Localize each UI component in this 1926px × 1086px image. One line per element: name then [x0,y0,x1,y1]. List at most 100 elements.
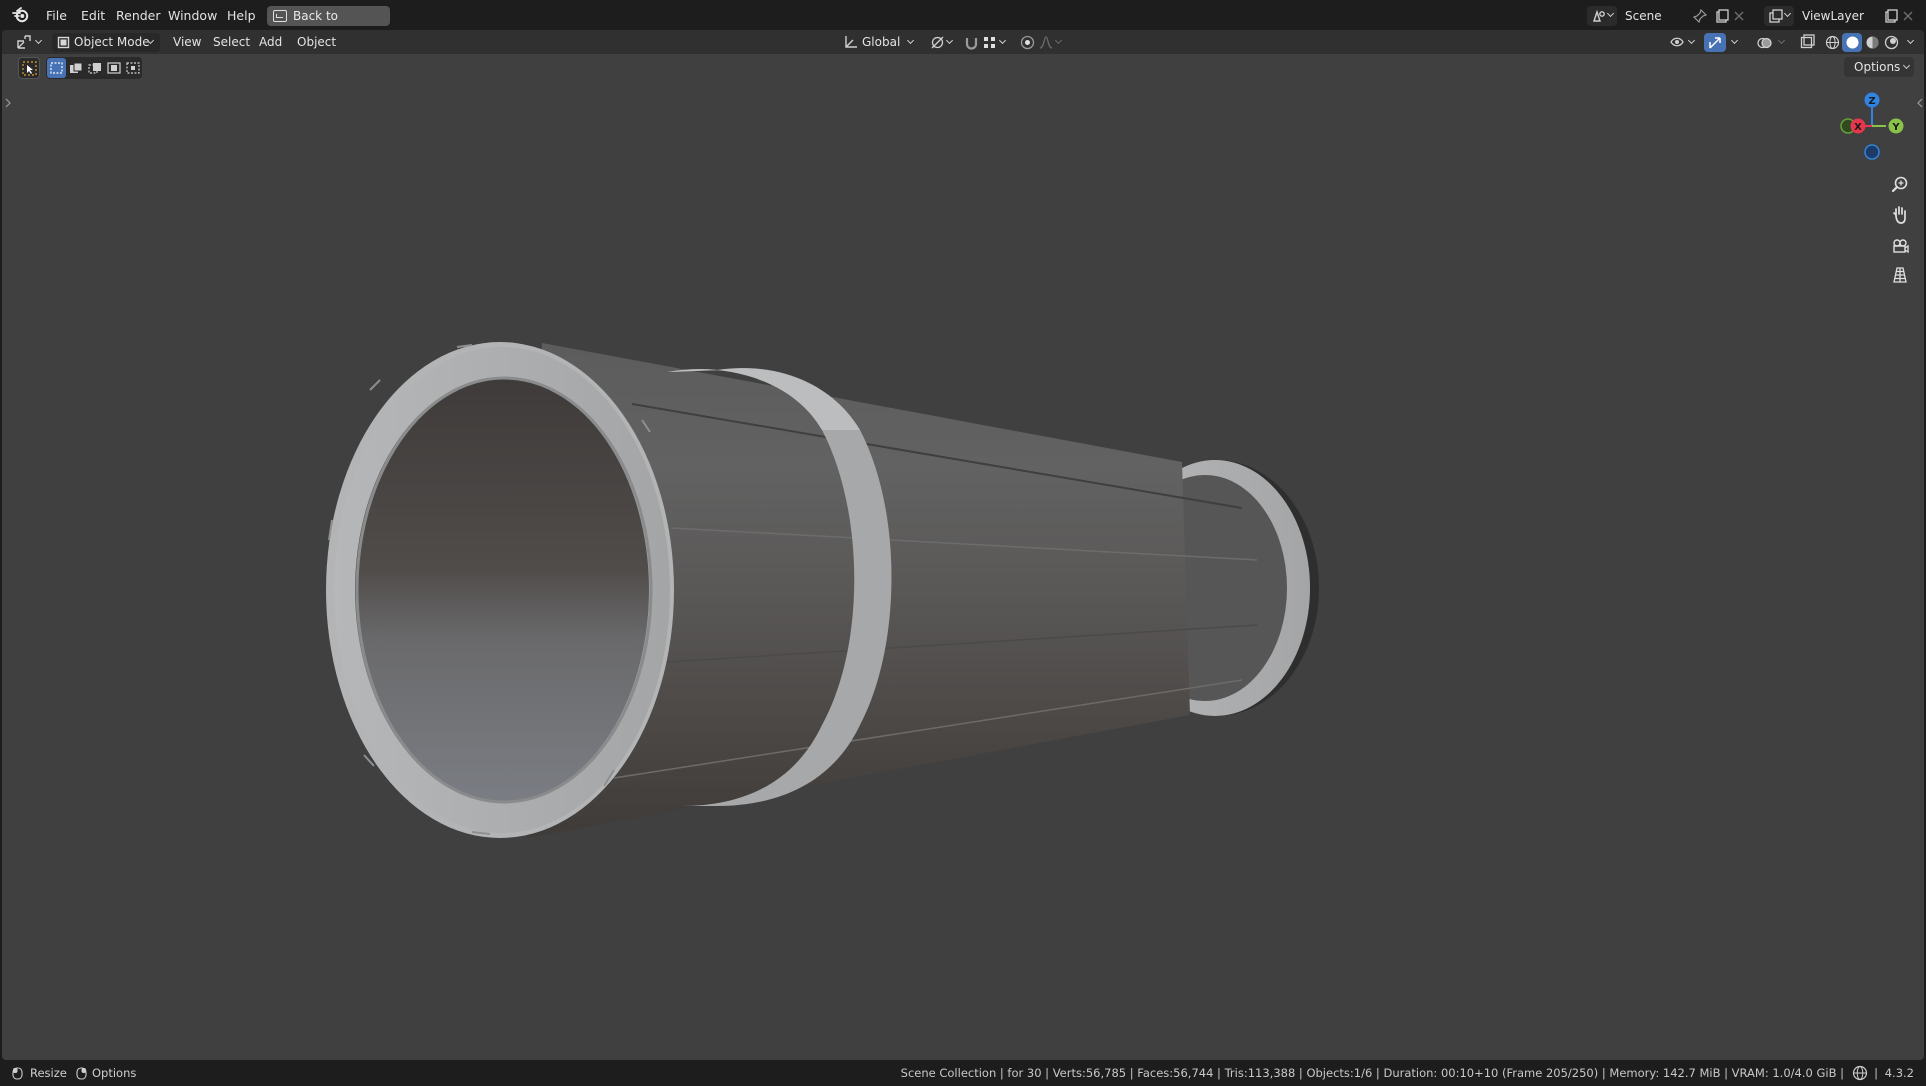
gizmo-toggle[interactable] [1704,33,1746,52]
delete-scene-icon[interactable] [1733,10,1745,22]
render-layers-icon [1769,9,1783,23]
chevron-down-icon [906,36,915,45]
overlays-toggle[interactable] [1754,33,1792,52]
gizmo-y-label: Y [1891,122,1900,133]
menu-view[interactable]: View [168,33,206,52]
gizmo-x-label: X [1854,122,1862,133]
eye-cursor-icon [1670,37,1684,47]
menu-edit[interactable]: Edit [75,6,111,25]
transform-orientation-dropdown[interactable]: Global [840,33,920,52]
pivot-point-dropdown[interactable] [928,33,956,52]
selection-mode-group [46,57,142,79]
pan-button[interactable] [1887,202,1913,228]
pivot-point-icon [931,36,944,49]
network-globe-icon[interactable] [1852,1065,1868,1081]
proportional-editing-icon[interactable] [1020,35,1035,50]
menu-file[interactable]: File [40,6,73,25]
resize-label: Resize [30,1066,67,1080]
chevron-down-icon [945,36,954,45]
new-scene-icon[interactable] [1715,9,1729,23]
select-intersect-icon[interactable] [126,62,140,74]
zoom-button[interactable] [1887,172,1913,198]
back-to-previous-button[interactable]: Back to Previous [267,6,390,43]
xray-toggle-icon[interactable] [1800,34,1815,49]
proportional-editing-controls[interactable] [1018,33,1066,52]
chevron-down-icon [1054,36,1063,45]
camera-view-button[interactable] [1887,232,1913,258]
status-bar: Resize Options Scene Collection | for 30… [0,1060,1926,1086]
scene-type-dropdown[interactable] [1587,6,1617,26]
selectability-visibility-dropdown[interactable] [1668,33,1698,52]
mouse-left-icon [12,1067,23,1080]
sidebar-expand-icon[interactable] [1916,98,1924,108]
wireframe-shading-icon[interactable] [1825,35,1840,50]
menu-window[interactable]: Window [162,6,223,25]
menu-render[interactable]: Render [110,6,167,25]
snap-toggle-icon[interactable] [964,35,979,50]
solid-shading-button[interactable] [1842,33,1862,52]
select-new-button[interactable] [47,58,66,78]
snap-increment-icon [984,37,995,48]
snapping-controls[interactable] [962,33,1010,52]
scene-selector[interactable]: Scene [1587,6,1747,26]
chevron-down-icon [1730,36,1739,45]
back-icon [273,10,287,22]
gizmo-arrows-icon [1709,37,1721,49]
editor-type-dropdown[interactable] [14,33,46,52]
view-layer-name: ViewLayer [1802,9,1864,23]
chevron-down-icon [1777,36,1786,45]
object-mode-icon [57,36,70,49]
gizmo-button[interactable] [1704,33,1726,52]
blender-logo-icon[interactable] [12,7,30,23]
view-layer-name-field[interactable]: ViewLayer [1796,6,1884,26]
select-tool-button[interactable] [18,57,40,79]
select-cursor-icon [22,61,37,76]
object-mode-label: Object Mode [74,35,150,49]
new-view-layer-icon[interactable] [1884,9,1898,23]
menu-add[interactable]: Add [254,33,287,52]
select-extend-icon[interactable] [69,62,83,74]
overlays-icon [1757,37,1772,49]
object-mode-dropdown[interactable]: Object Mode [52,33,160,52]
viewport-editor-icon [17,35,31,49]
options-hint-label: Options [92,1066,137,1080]
menu-help[interactable]: Help [221,6,262,25]
hand-icon [1893,206,1906,224]
perspective-toggle-button[interactable] [1887,262,1913,288]
gizmo-z-label: Z [1868,96,1875,107]
toolbar-expand-icon[interactable] [4,98,12,108]
orientation-label: Global [862,35,901,49]
scene-name-field[interactable]: Scene [1619,6,1704,26]
menu-select[interactable]: Select [208,33,255,52]
3d-viewport[interactable]: Options X Y Z [2,54,1924,1060]
rendered-shading-icon[interactable] [1884,35,1899,50]
falloff-curve-icon [1039,36,1053,49]
orientation-global-icon [845,36,857,48]
solid-shading-icon [1846,36,1859,49]
select-invert-icon[interactable] [107,62,121,74]
blender-version: 4.3.2 [1884,1066,1914,1080]
chevron-down-icon [1783,9,1792,18]
top-menu-bar: File Edit Render Window Help Back to Pre… [0,0,1926,43]
grid-perspective-icon [1893,267,1907,283]
viewport-header: Object Mode View Select Add Object Globa… [2,30,1924,54]
view-layer-type-dropdown[interactable] [1764,6,1794,26]
chevron-down-icon [998,36,1007,45]
navigation-gizmo[interactable]: X Y Z [1828,74,1912,170]
menu-object[interactable]: Object [292,33,341,52]
camera-icon [1893,239,1909,254]
scene-name: Scene [1625,9,1662,23]
gizmo-neg-z-handle[interactable] [1864,144,1880,160]
chevron-down-icon [1902,61,1911,70]
chevron-down-icon [1906,36,1915,45]
status-separator: | [1874,1066,1878,1080]
shading-mode-buttons [1822,33,1922,52]
material-preview-icon[interactable] [1865,35,1880,50]
chevron-down-icon [34,36,43,45]
delete-view-layer-icon[interactable] [1902,10,1914,22]
select-subtract-icon[interactable] [88,62,102,74]
zoom-icon [1891,176,1908,193]
pin-icon[interactable] [1693,9,1707,23]
view-layer-selector[interactable]: ViewLayer [1764,6,1916,26]
tube-3d-object[interactable] [302,314,1352,954]
